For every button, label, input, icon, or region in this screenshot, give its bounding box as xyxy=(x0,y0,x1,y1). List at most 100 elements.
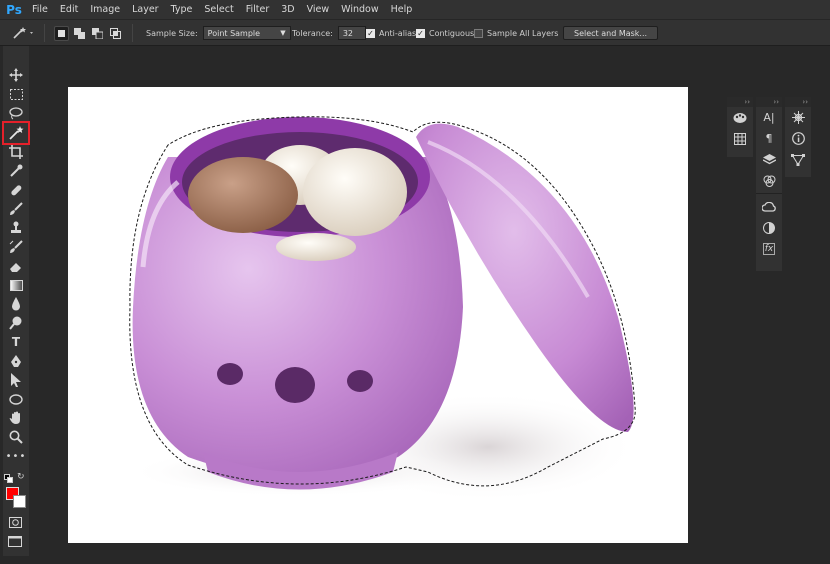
menu-layer[interactable]: Layer xyxy=(126,0,165,19)
chevron-down-icon: ▼ xyxy=(280,29,286,37)
subtract-selection-icon xyxy=(92,27,103,39)
character-panel-button[interactable]: A| xyxy=(756,107,782,128)
paths-icon xyxy=(791,153,805,166)
blur-tool[interactable] xyxy=(6,295,26,313)
anti-alias-checkbox[interactable]: ✓ Anti-alias xyxy=(366,25,416,41)
intersect-selection-icon xyxy=(110,27,121,39)
magic-wand-tool[interactable] xyxy=(2,121,30,145)
history-brush-tool[interactable] xyxy=(6,238,26,256)
menu-3d[interactable]: 3D xyxy=(275,0,300,19)
type-icon: T xyxy=(11,335,21,349)
paths-panel-button[interactable] xyxy=(785,149,811,170)
default-colors-icon[interactable] xyxy=(4,474,13,486)
panel-dock-1: ›› xyxy=(727,97,753,157)
info-icon xyxy=(791,132,805,145)
stamp-icon xyxy=(11,221,21,233)
contiguous-checkbox[interactable]: ✓ Contiguous xyxy=(416,25,474,41)
checkmark-icon: ✓ xyxy=(366,28,375,38)
hand-tool[interactable] xyxy=(6,409,26,427)
gradient-tool[interactable] xyxy=(6,276,26,294)
dodge-tool[interactable] xyxy=(6,314,26,332)
quick-mask-button[interactable] xyxy=(9,517,22,531)
eraser-icon xyxy=(10,263,21,272)
options-bar: Sample Size: Point Sample ▼ Tolerance: 3… xyxy=(0,19,830,46)
styles-panel-button[interactable]: fx xyxy=(756,238,782,259)
dock-collapse-icon[interactable]: ›› xyxy=(727,97,753,107)
adjustments-icon xyxy=(763,221,775,234)
libraries-panel-button[interactable] xyxy=(756,196,782,217)
checkbox-empty-icon xyxy=(474,28,483,38)
type-tool[interactable]: T xyxy=(6,333,26,351)
menu-file[interactable]: File xyxy=(26,0,54,19)
menu-edit[interactable]: Edit xyxy=(54,0,84,19)
info-panel-button[interactable] xyxy=(785,128,811,149)
clone-stamp-tool[interactable] xyxy=(6,219,26,237)
add-to-selection-button[interactable] xyxy=(72,26,87,41)
navigator-panel-button[interactable] xyxy=(785,107,811,128)
dock-collapse-icon[interactable]: ›› xyxy=(785,97,811,107)
channels-icon xyxy=(763,175,775,187)
sample-size-label: Sample Size: xyxy=(146,28,198,38)
menu-view[interactable]: View xyxy=(301,0,336,19)
lasso-icon xyxy=(9,106,23,119)
sample-size-group: Sample Size: Point Sample ▼ xyxy=(146,25,291,41)
tools-panel: T ••• ↻ xyxy=(2,46,30,556)
palette-panel-button[interactable] xyxy=(727,107,753,128)
menu-type[interactable]: Type xyxy=(165,0,199,19)
quick-mask-icon xyxy=(9,517,22,528)
eraser-tool[interactable] xyxy=(6,257,26,275)
lasso-tool[interactable] xyxy=(6,104,26,122)
sample-size-select[interactable]: Point Sample ▼ xyxy=(202,26,291,40)
dock-collapse-icon[interactable]: ›› xyxy=(756,97,782,107)
menu-help[interactable]: Help xyxy=(385,0,419,19)
dock-separator xyxy=(756,193,782,194)
magic-wand-icon xyxy=(9,126,24,140)
marquee-tool[interactable] xyxy=(6,85,26,103)
tool-preset-picker[interactable] xyxy=(12,25,36,41)
menu-window[interactable]: Window xyxy=(335,0,384,19)
dodge-icon xyxy=(9,316,22,330)
intersect-selection-button[interactable] xyxy=(108,26,123,41)
grid-panel-button[interactable] xyxy=(727,128,753,149)
subtract-from-selection-button[interactable] xyxy=(90,26,105,41)
panel-dock-3: ›› xyxy=(785,97,811,177)
tolerance-input[interactable]: 32 xyxy=(337,26,366,40)
ellipse-tool[interactable] xyxy=(6,390,26,408)
history-brush-icon xyxy=(9,240,23,253)
brush-tool[interactable] xyxy=(6,200,26,218)
canvas-image xyxy=(128,116,638,502)
crop-tool[interactable] xyxy=(6,143,26,161)
channels-panel-button[interactable] xyxy=(756,170,782,191)
bandage-icon xyxy=(11,185,22,196)
menu-bar: Ps File Edit Image Layer Type Select Fil… xyxy=(0,0,830,19)
palette-icon xyxy=(733,112,747,123)
new-selection-icon xyxy=(58,29,65,37)
adjustments-panel-button[interactable] xyxy=(756,217,782,238)
pen-tool[interactable] xyxy=(6,352,26,370)
sample-all-layers-checkbox[interactable]: Sample All Layers xyxy=(474,25,558,41)
app-logo: Ps xyxy=(6,2,22,17)
separator xyxy=(132,24,133,42)
swap-colors-icon[interactable]: ↻ xyxy=(17,472,25,482)
gradient-icon xyxy=(9,279,23,291)
separator xyxy=(44,24,45,42)
new-selection-button[interactable] xyxy=(54,25,69,41)
more-tools[interactable]: ••• xyxy=(6,447,26,465)
path-selection-tool[interactable] xyxy=(6,371,26,389)
document-canvas[interactable] xyxy=(68,87,688,543)
move-tool[interactable] xyxy=(6,66,26,84)
checkmark-icon: ✓ xyxy=(416,28,425,38)
menu-image[interactable]: Image xyxy=(84,0,126,19)
paragraph-panel-button[interactable]: ¶ xyxy=(756,128,782,149)
menu-select[interactable]: Select xyxy=(198,0,239,19)
brush-icon xyxy=(10,202,23,215)
paragraph-icon: ¶ xyxy=(765,132,773,145)
healing-brush-tool[interactable] xyxy=(6,181,26,199)
zoom-tool[interactable] xyxy=(6,428,26,446)
layers-panel-button[interactable] xyxy=(756,149,782,170)
select-and-mask-button[interactable]: Select and Mask... xyxy=(563,26,659,40)
background-color-swatch[interactable] xyxy=(13,495,26,508)
eyedropper-tool[interactable] xyxy=(6,162,26,180)
menu-filter[interactable]: Filter xyxy=(240,0,276,19)
screen-mode-button[interactable] xyxy=(8,536,22,550)
